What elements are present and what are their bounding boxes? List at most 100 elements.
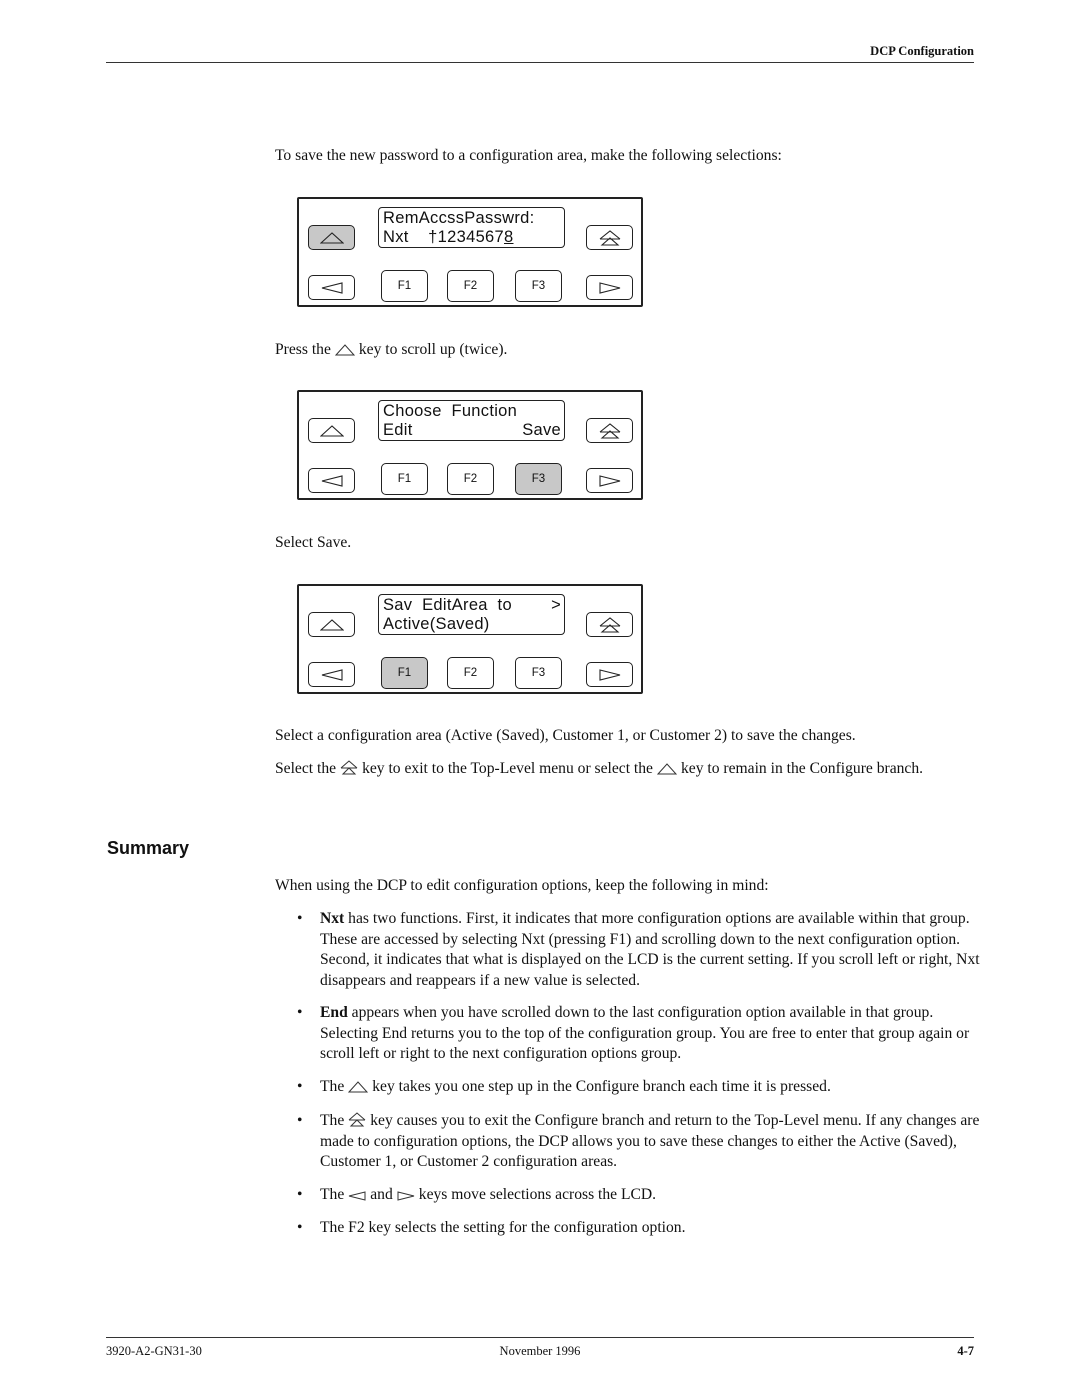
lcd-line-2: Nxt †12345678 — [383, 228, 564, 247]
bullet-text-after: keys move selections across the LCD. — [418, 1186, 657, 1203]
top-level-key[interactable] — [586, 612, 633, 637]
intro-text: To save the new password to a configurat… — [275, 147, 782, 164]
bullet-keyword: End — [320, 1004, 348, 1021]
dcp-panel-3: Sav EditArea to > Active(Saved) F1 F2 F3 — [297, 584, 643, 694]
right-arrow-icon — [598, 474, 620, 487]
step-1-after: key to scroll up (twice). — [358, 341, 508, 358]
lcd-line-1: Choose Function — [383, 402, 518, 420]
bullet-text-after: key causes you to exit the Configure bra… — [320, 1112, 980, 1170]
dcp-panel-2: Choose Function Edit Save F1 F2 F3 — [297, 390, 643, 500]
up-arrow-icon — [319, 231, 344, 244]
summary-bullet-f2-key: • The F2 key selects the setting for the… — [297, 1218, 987, 1239]
lcd-line-2: Edit Save — [383, 421, 564, 440]
bullet-keyword: Nxt — [320, 910, 345, 927]
bullet-text-before: The — [320, 1112, 345, 1129]
bullet-text: The F2 key selects the setting for the c… — [320, 1219, 686, 1236]
step-4-part-3: key to remain in the Configure branch. — [680, 760, 924, 777]
left-arrow-key[interactable] — [308, 662, 355, 687]
bullet-dot: • — [297, 910, 303, 927]
lcd-line-2-left: Edit — [383, 421, 413, 439]
f1-key[interactable]: F1 — [381, 463, 428, 495]
f3-key[interactable]: F3 — [515, 270, 562, 302]
bullet-dot: • — [297, 1112, 303, 1129]
footer-rule — [106, 1337, 974, 1338]
up-arrow-key[interactable] — [308, 418, 355, 443]
right-arrow-key[interactable] — [586, 275, 633, 300]
left-arrow-key[interactable] — [308, 468, 355, 493]
bullet-dot: • — [297, 1004, 303, 1021]
top-level-key[interactable] — [586, 225, 633, 250]
up-arrow-key[interactable] — [308, 225, 355, 250]
f1-key[interactable]: F1 — [381, 270, 428, 302]
lcd-line-1: RemAccssPasswrd: — [383, 209, 535, 227]
step-4-text: Select the key to exit to the Top-Level m… — [275, 759, 980, 780]
f2-key[interactable]: F2 — [447, 270, 494, 302]
left-arrow-icon — [321, 474, 343, 487]
lcd-more-indicator: > — [551, 596, 561, 614]
left-arrow-key-icon — [348, 1191, 366, 1201]
bullet-dot: • — [297, 1219, 303, 1236]
right-arrow-icon — [598, 281, 620, 294]
step-1-text: Press the key to scroll up (twice). — [275, 340, 980, 361]
summary-bullet-nxt: • Nxt has two functions. First, it indic… — [297, 909, 987, 991]
top-level-icon — [599, 422, 620, 439]
step-1-before: Press the — [275, 341, 331, 358]
bullet-text: appears when you have scrolled down to t… — [320, 1004, 970, 1062]
summary-bullet-end: • End appears when you have scrolled dow… — [297, 1003, 987, 1065]
up-arrow-key-icon — [656, 763, 677, 775]
bullet-text: has two functions. First, it indicates t… — [320, 910, 980, 989]
summary-bullet-top-level-key: • The key causes you to exit the Configur… — [297, 1111, 987, 1173]
up-arrow-icon — [319, 618, 344, 631]
dcp-panel-1: RemAccssPasswrd: Nxt †12345678 F1 F2 F3 — [297, 197, 643, 307]
up-arrow-icon — [319, 424, 344, 437]
lcd-line-2-right: Save — [522, 421, 561, 439]
step-3-text: Select a configuration area (Active (Sav… — [275, 727, 856, 744]
up-arrow-key-icon — [348, 1081, 369, 1093]
top-level-icon — [599, 229, 620, 246]
top-level-key-icon — [348, 1112, 366, 1127]
bullet-dot: • — [297, 1078, 303, 1095]
section-title-summary: Summary — [107, 838, 190, 858]
bullet-dot: • — [297, 1186, 303, 1203]
lcd-line-2-text: Nxt †123456 — [383, 228, 495, 246]
bullet-text-before: The — [320, 1078, 345, 1095]
summary-bullet-left-right-keys: • The and keys move selections across the … — [297, 1185, 987, 1206]
top-level-key[interactable] — [586, 418, 633, 443]
f3-key[interactable]: F3 — [515, 463, 562, 495]
step-4-part-2: key to exit to the Top-Level menu or sel… — [362, 760, 653, 777]
f2-key[interactable]: F2 — [447, 657, 494, 689]
footer-page-number: 4-7 — [957, 1344, 974, 1358]
lcd-line-1: Sav EditArea to > — [383, 596, 564, 615]
lcd-display: Sav EditArea to > Active(Saved) — [378, 594, 565, 635]
left-arrow-icon — [321, 281, 343, 294]
summary-bullet-up-key: • The key takes you one step up in the Co… — [297, 1077, 987, 1098]
step-4-part-1: Select the — [275, 760, 337, 777]
lcd-cursor-digit: 8 — [504, 228, 514, 246]
running-head: DCP Configuration — [870, 44, 974, 58]
step-2-text: Select Save. — [275, 534, 352, 551]
lcd-line-2: Active(Saved) — [383, 615, 490, 633]
right-arrow-key-icon — [397, 1191, 415, 1201]
top-level-key-icon — [340, 760, 358, 775]
footer-date: November 1996 — [499, 1344, 581, 1358]
lcd-display: Choose Function Edit Save — [378, 400, 565, 441]
bullet-text-middle: and — [370, 1186, 393, 1203]
summary-intro: When using the DCP to edit configuration… — [275, 877, 769, 894]
up-arrow-key[interactable] — [308, 612, 355, 637]
f2-key[interactable]: F2 — [447, 463, 494, 495]
f1-key[interactable]: F1 — [381, 657, 428, 689]
right-arrow-key[interactable] — [586, 468, 633, 493]
right-arrow-key[interactable] — [586, 662, 633, 687]
left-arrow-icon — [321, 668, 343, 681]
left-arrow-key[interactable] — [308, 275, 355, 300]
bullet-text-after: key takes you one step up in the Configu… — [372, 1078, 831, 1095]
lcd-display: RemAccssPasswrd: Nxt †12345678 — [378, 207, 565, 248]
header-rule — [106, 62, 974, 63]
bullet-text-before: The — [320, 1186, 345, 1203]
lcd-digit: 7 — [494, 228, 505, 246]
top-level-icon — [599, 616, 620, 633]
right-arrow-icon — [598, 668, 620, 681]
f3-key[interactable]: F3 — [515, 657, 562, 689]
lcd-line-1-text: Sav EditArea to — [383, 596, 512, 614]
up-arrow-key-icon — [334, 344, 355, 356]
